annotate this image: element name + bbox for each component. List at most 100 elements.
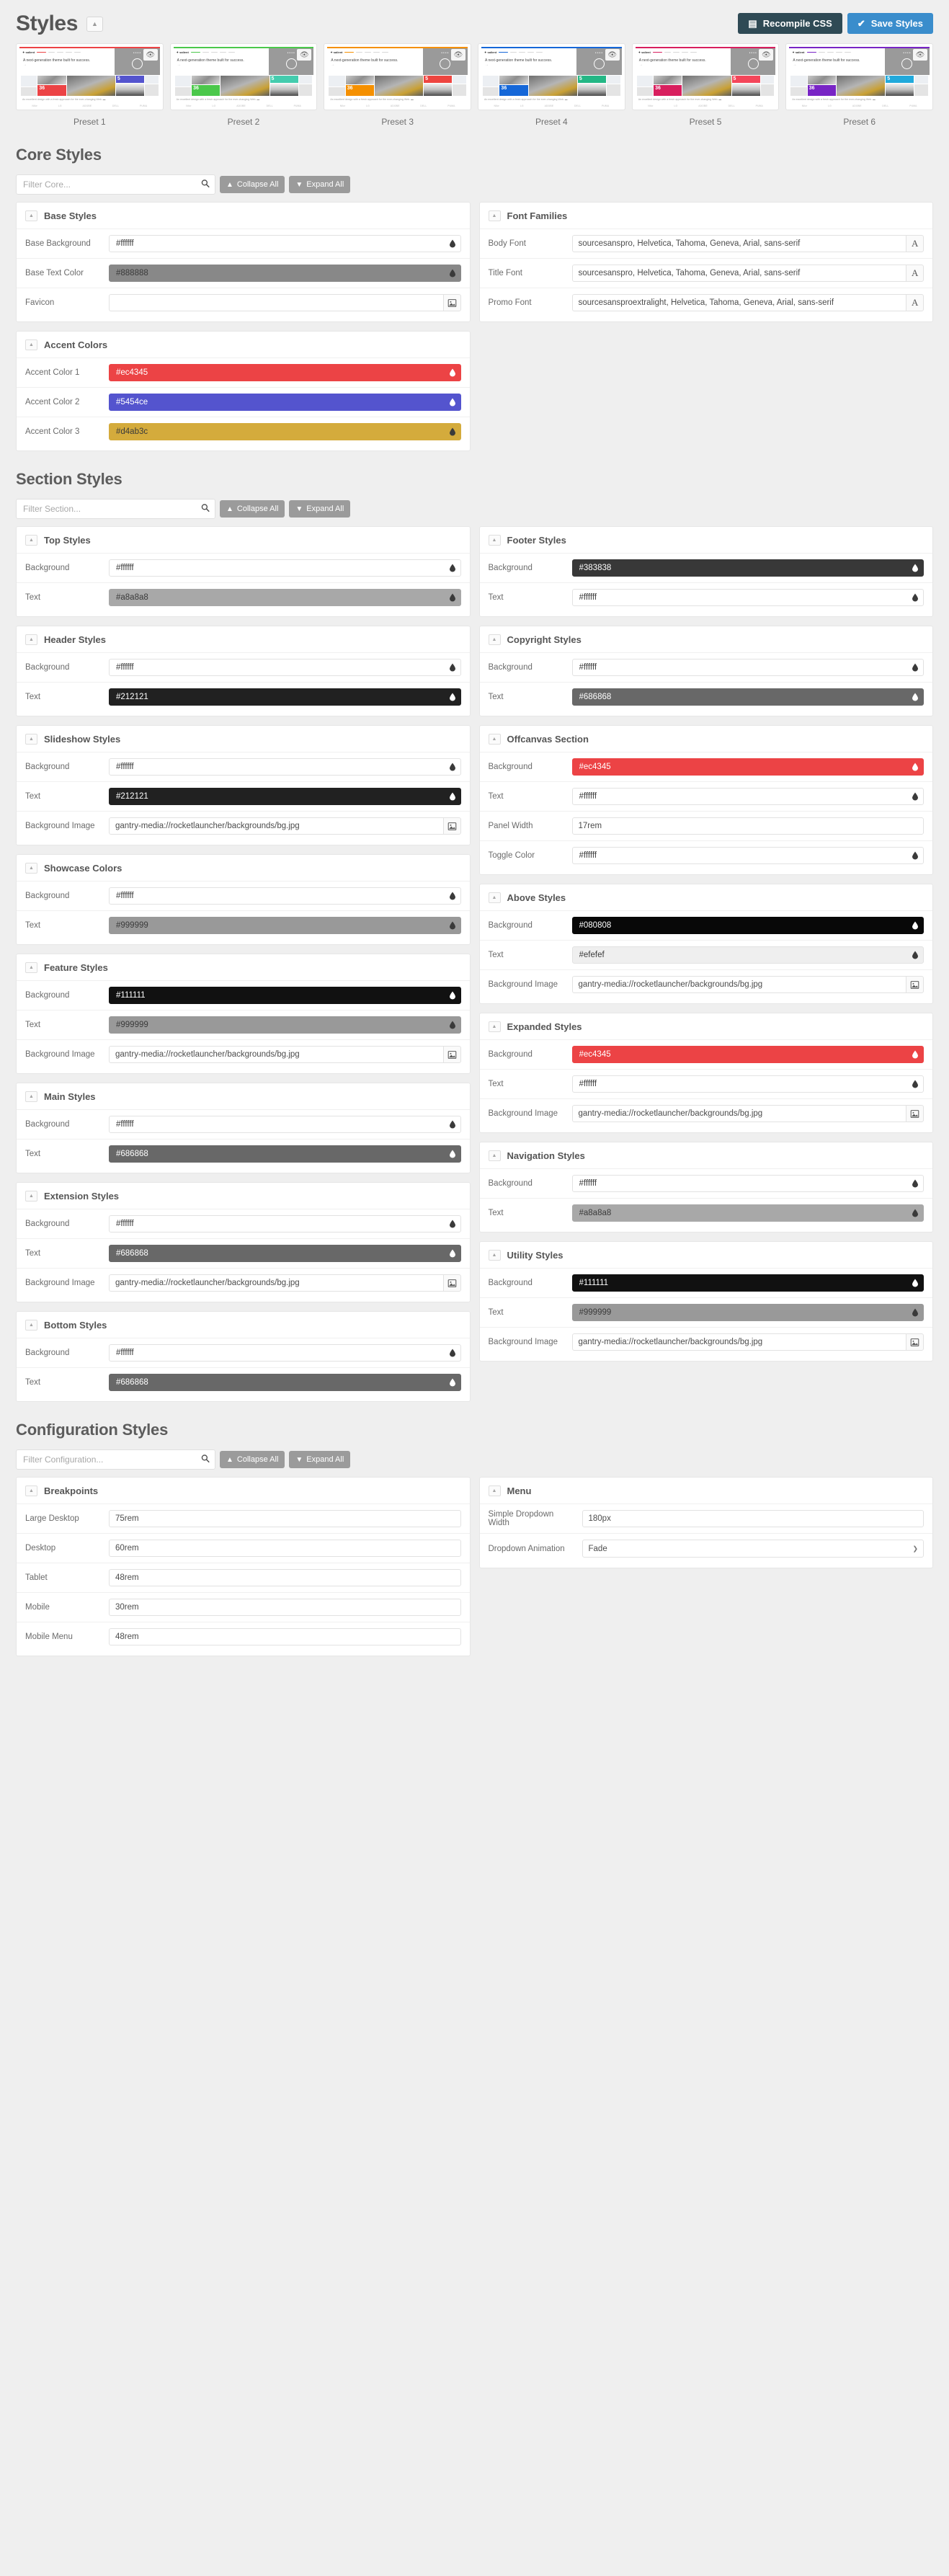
color-value-input[interactable]: #686868 <box>109 1145 461 1163</box>
color-picker-icon[interactable] <box>912 921 918 930</box>
color-picker-icon[interactable] <box>449 892 455 900</box>
pick-image-button[interactable] <box>442 1046 461 1063</box>
color-value-input[interactable]: #ec4345 <box>571 758 924 776</box>
panel-collapse-toggle[interactable]: ▲ <box>25 863 37 874</box>
color-value-input[interactable]: #ffffff <box>109 235 461 252</box>
panel-collapse-toggle[interactable]: ▲ <box>25 1485 37 1496</box>
color-picker-icon[interactable] <box>912 1308 918 1317</box>
color-picker-icon[interactable] <box>449 1150 455 1158</box>
color-picker-icon[interactable] <box>449 564 455 572</box>
panel-collapse-toggle[interactable]: ▲ <box>25 962 37 973</box>
pick-image-button[interactable] <box>442 294 461 311</box>
panel-collapse-toggle[interactable]: ▲ <box>25 634 37 645</box>
color-value-input[interactable]: #212121 <box>109 788 461 805</box>
font-picker-button[interactable]: A <box>906 294 924 311</box>
color-picker-icon[interactable] <box>449 398 455 407</box>
color-picker-icon[interactable] <box>912 763 918 771</box>
text-value-input[interactable] <box>109 1540 461 1557</box>
font-family-input[interactable] <box>571 294 906 311</box>
font-family-input[interactable] <box>571 265 906 282</box>
color-picker-icon[interactable] <box>449 427 455 436</box>
color-picker-icon[interactable] <box>449 239 455 248</box>
color-value-input[interactable]: #888888 <box>109 265 461 282</box>
pick-image-button[interactable] <box>442 817 461 835</box>
color-picker-icon[interactable] <box>449 269 455 277</box>
color-value-input[interactable]: #111111 <box>109 987 461 1004</box>
color-value-input[interactable]: #ffffff <box>109 758 461 776</box>
text-value-input[interactable] <box>109 1599 461 1616</box>
preset-preview-eye-icon[interactable]: 👁 <box>759 49 774 61</box>
color-value-input[interactable]: #ffffff <box>571 1075 924 1093</box>
panel-collapse-toggle[interactable]: ▲ <box>25 535 37 546</box>
font-picker-button[interactable]: A <box>906 235 924 252</box>
color-picker-icon[interactable] <box>449 1349 455 1357</box>
file-path-input[interactable] <box>109 817 443 835</box>
preset-card[interactable]: ✦ salient A next-generation theme built … <box>631 43 780 110</box>
color-value-input[interactable]: #ffffff <box>571 788 924 805</box>
color-picker-icon[interactable] <box>449 368 455 377</box>
color-picker-icon[interactable] <box>449 1378 455 1387</box>
color-picker-icon[interactable] <box>449 991 455 1000</box>
color-picker-icon[interactable] <box>912 593 918 602</box>
preset-preview-eye-icon[interactable]: 👁 <box>605 49 620 61</box>
color-picker-icon[interactable] <box>912 1279 918 1287</box>
color-picker-icon[interactable] <box>912 663 918 672</box>
text-value-input[interactable] <box>582 1510 924 1527</box>
color-value-input[interactable]: #080808 <box>571 917 924 934</box>
section-filter-input[interactable] <box>16 499 215 519</box>
color-value-input[interactable]: #ffffff <box>571 659 924 676</box>
file-path-input[interactable] <box>571 1333 906 1351</box>
panel-header[interactable]: ▲ Header Styles <box>17 626 470 652</box>
panel-header[interactable]: ▲ Base Styles <box>17 203 470 228</box>
panel-collapse-toggle[interactable]: ▲ <box>488 210 501 221</box>
panel-header[interactable]: ▲ Copyright Styles <box>480 626 933 652</box>
color-value-input[interactable]: #ffffff <box>109 559 461 577</box>
panel-collapse-toggle[interactable]: ▲ <box>488 535 501 546</box>
file-path-input[interactable] <box>571 976 906 993</box>
panel-collapse-toggle[interactable]: ▲ <box>25 339 37 350</box>
panel-collapse-toggle[interactable]: ▲ <box>25 1191 37 1202</box>
panel-header[interactable]: ▲ Offcanvas Section <box>480 726 933 752</box>
panel-header[interactable]: ▲ Main Styles <box>17 1083 470 1109</box>
color-value-input[interactable]: #ec4345 <box>109 364 461 381</box>
color-picker-icon[interactable] <box>449 693 455 701</box>
save-styles-button[interactable]: ✔ Save Styles <box>847 13 933 34</box>
select-wrap[interactable]: Fade ❯ <box>582 1540 924 1558</box>
text-value-input[interactable] <box>109 1569 461 1586</box>
color-picker-icon[interactable] <box>912 792 918 801</box>
preset-card[interactable]: ✦ salient A next-generation theme built … <box>785 43 934 110</box>
preset-card[interactable]: ✦ salient A next-generation theme built … <box>169 43 318 110</box>
color-value-input[interactable]: #ffffff <box>571 589 924 606</box>
preset-preview-eye-icon[interactable]: 👁 <box>297 49 312 61</box>
color-picker-icon[interactable] <box>449 921 455 930</box>
color-picker-icon[interactable] <box>449 663 455 672</box>
panel-header[interactable]: ▲ Extension Styles <box>17 1183 470 1209</box>
preset-preview-eye-icon[interactable]: 👁 <box>913 49 928 61</box>
color-value-input[interactable]: #ec4345 <box>571 1046 924 1063</box>
color-picker-icon[interactable] <box>449 792 455 801</box>
color-picker-icon[interactable] <box>449 1021 455 1029</box>
preset-card[interactable]: ✦ salient A next-generation theme built … <box>478 43 625 110</box>
panel-collapse-toggle[interactable]: ▲ <box>488 1021 501 1032</box>
color-value-input[interactable]: #ffffff <box>109 1215 461 1233</box>
color-value-input[interactable]: #ffffff <box>571 1175 924 1192</box>
panel-header[interactable]: ▲ Navigation Styles <box>480 1142 933 1168</box>
color-value-input[interactable]: #686868 <box>109 1374 461 1391</box>
configuration-filter-input[interactable] <box>16 1449 215 1470</box>
color-value-input[interactable]: #383838 <box>571 559 924 577</box>
color-value-input[interactable]: #efefef <box>571 946 924 964</box>
color-picker-icon[interactable] <box>912 693 918 701</box>
color-value-input[interactable]: #999999 <box>109 1016 461 1034</box>
pick-image-button[interactable] <box>906 1333 924 1351</box>
core-expand-all-button[interactable]: ▼ Expand All <box>289 176 351 193</box>
panel-collapse-toggle[interactable]: ▲ <box>25 210 37 221</box>
recompile-css-button[interactable]: ▤ Recompile CSS <box>738 13 842 34</box>
color-picker-icon[interactable] <box>449 1120 455 1129</box>
panel-header[interactable]: ▲ Font Families <box>480 203 933 228</box>
color-value-input[interactable]: #ffffff <box>109 1116 461 1133</box>
preset-card[interactable]: ✦ salient A next-generation theme built … <box>16 43 164 110</box>
file-path-input[interactable] <box>109 1046 443 1063</box>
configuration-collapse-all-button[interactable]: ▲ Collapse All <box>220 1451 285 1468</box>
color-value-input[interactable]: #212121 <box>109 688 461 706</box>
color-value-input[interactable]: #5454ce <box>109 394 461 411</box>
